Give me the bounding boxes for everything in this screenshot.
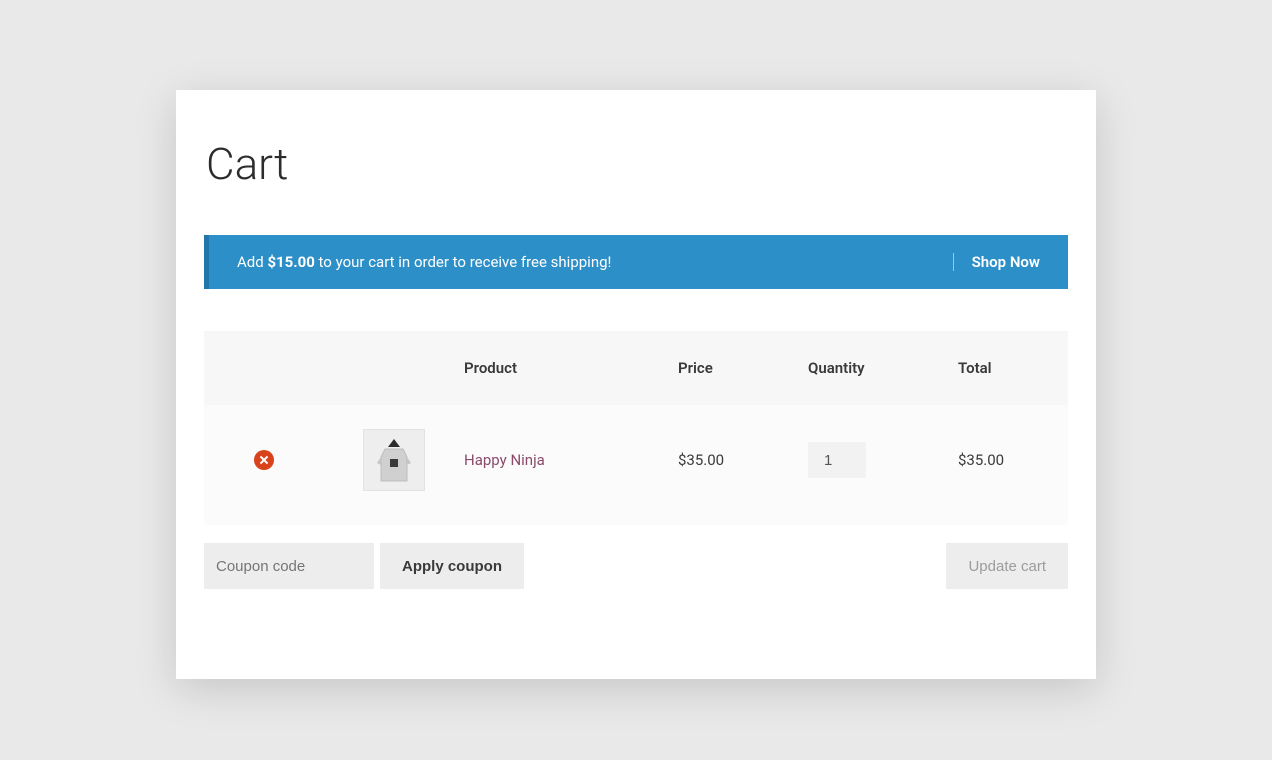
product-thumbnail[interactable]: [363, 429, 425, 491]
coupon-code-input[interactable]: [204, 543, 374, 589]
cart-card: Cart Add $15.00 to your cart in order to…: [176, 90, 1096, 679]
page-title: Cart: [206, 138, 1068, 190]
product-name-link[interactable]: Happy Ninja: [464, 451, 678, 469]
table-row: Happy Ninja $35.00 $35.00: [204, 405, 1068, 525]
shop-now-link[interactable]: Shop Now: [953, 253, 1040, 271]
col-total: Total: [958, 359, 1068, 377]
free-shipping-notice: Add $15.00 to your cart in order to rece…: [204, 235, 1068, 289]
cart-table: Product Price Quantity Total: [204, 331, 1068, 525]
remove-item-icon[interactable]: [254, 450, 274, 470]
product-price: $35.00: [678, 451, 808, 469]
update-cart-button[interactable]: Update cart: [946, 543, 1068, 589]
col-quantity: Quantity: [808, 359, 958, 377]
col-price: Price: [678, 359, 808, 377]
quantity-input[interactable]: [808, 442, 866, 478]
cart-header: Product Price Quantity Total: [204, 331, 1068, 405]
col-product: Product: [464, 359, 678, 377]
cart-actions: Apply coupon Update cart: [204, 543, 1068, 589]
notice-prefix: Add: [237, 253, 267, 271]
apply-coupon-button[interactable]: Apply coupon: [380, 543, 524, 589]
product-total: $35.00: [958, 451, 1068, 469]
notice-message: Add $15.00 to your cart in order to rece…: [237, 253, 611, 271]
notice-amount: $15.00: [267, 253, 314, 271]
notice-suffix: to your cart in order to receive free sh…: [315, 253, 612, 271]
